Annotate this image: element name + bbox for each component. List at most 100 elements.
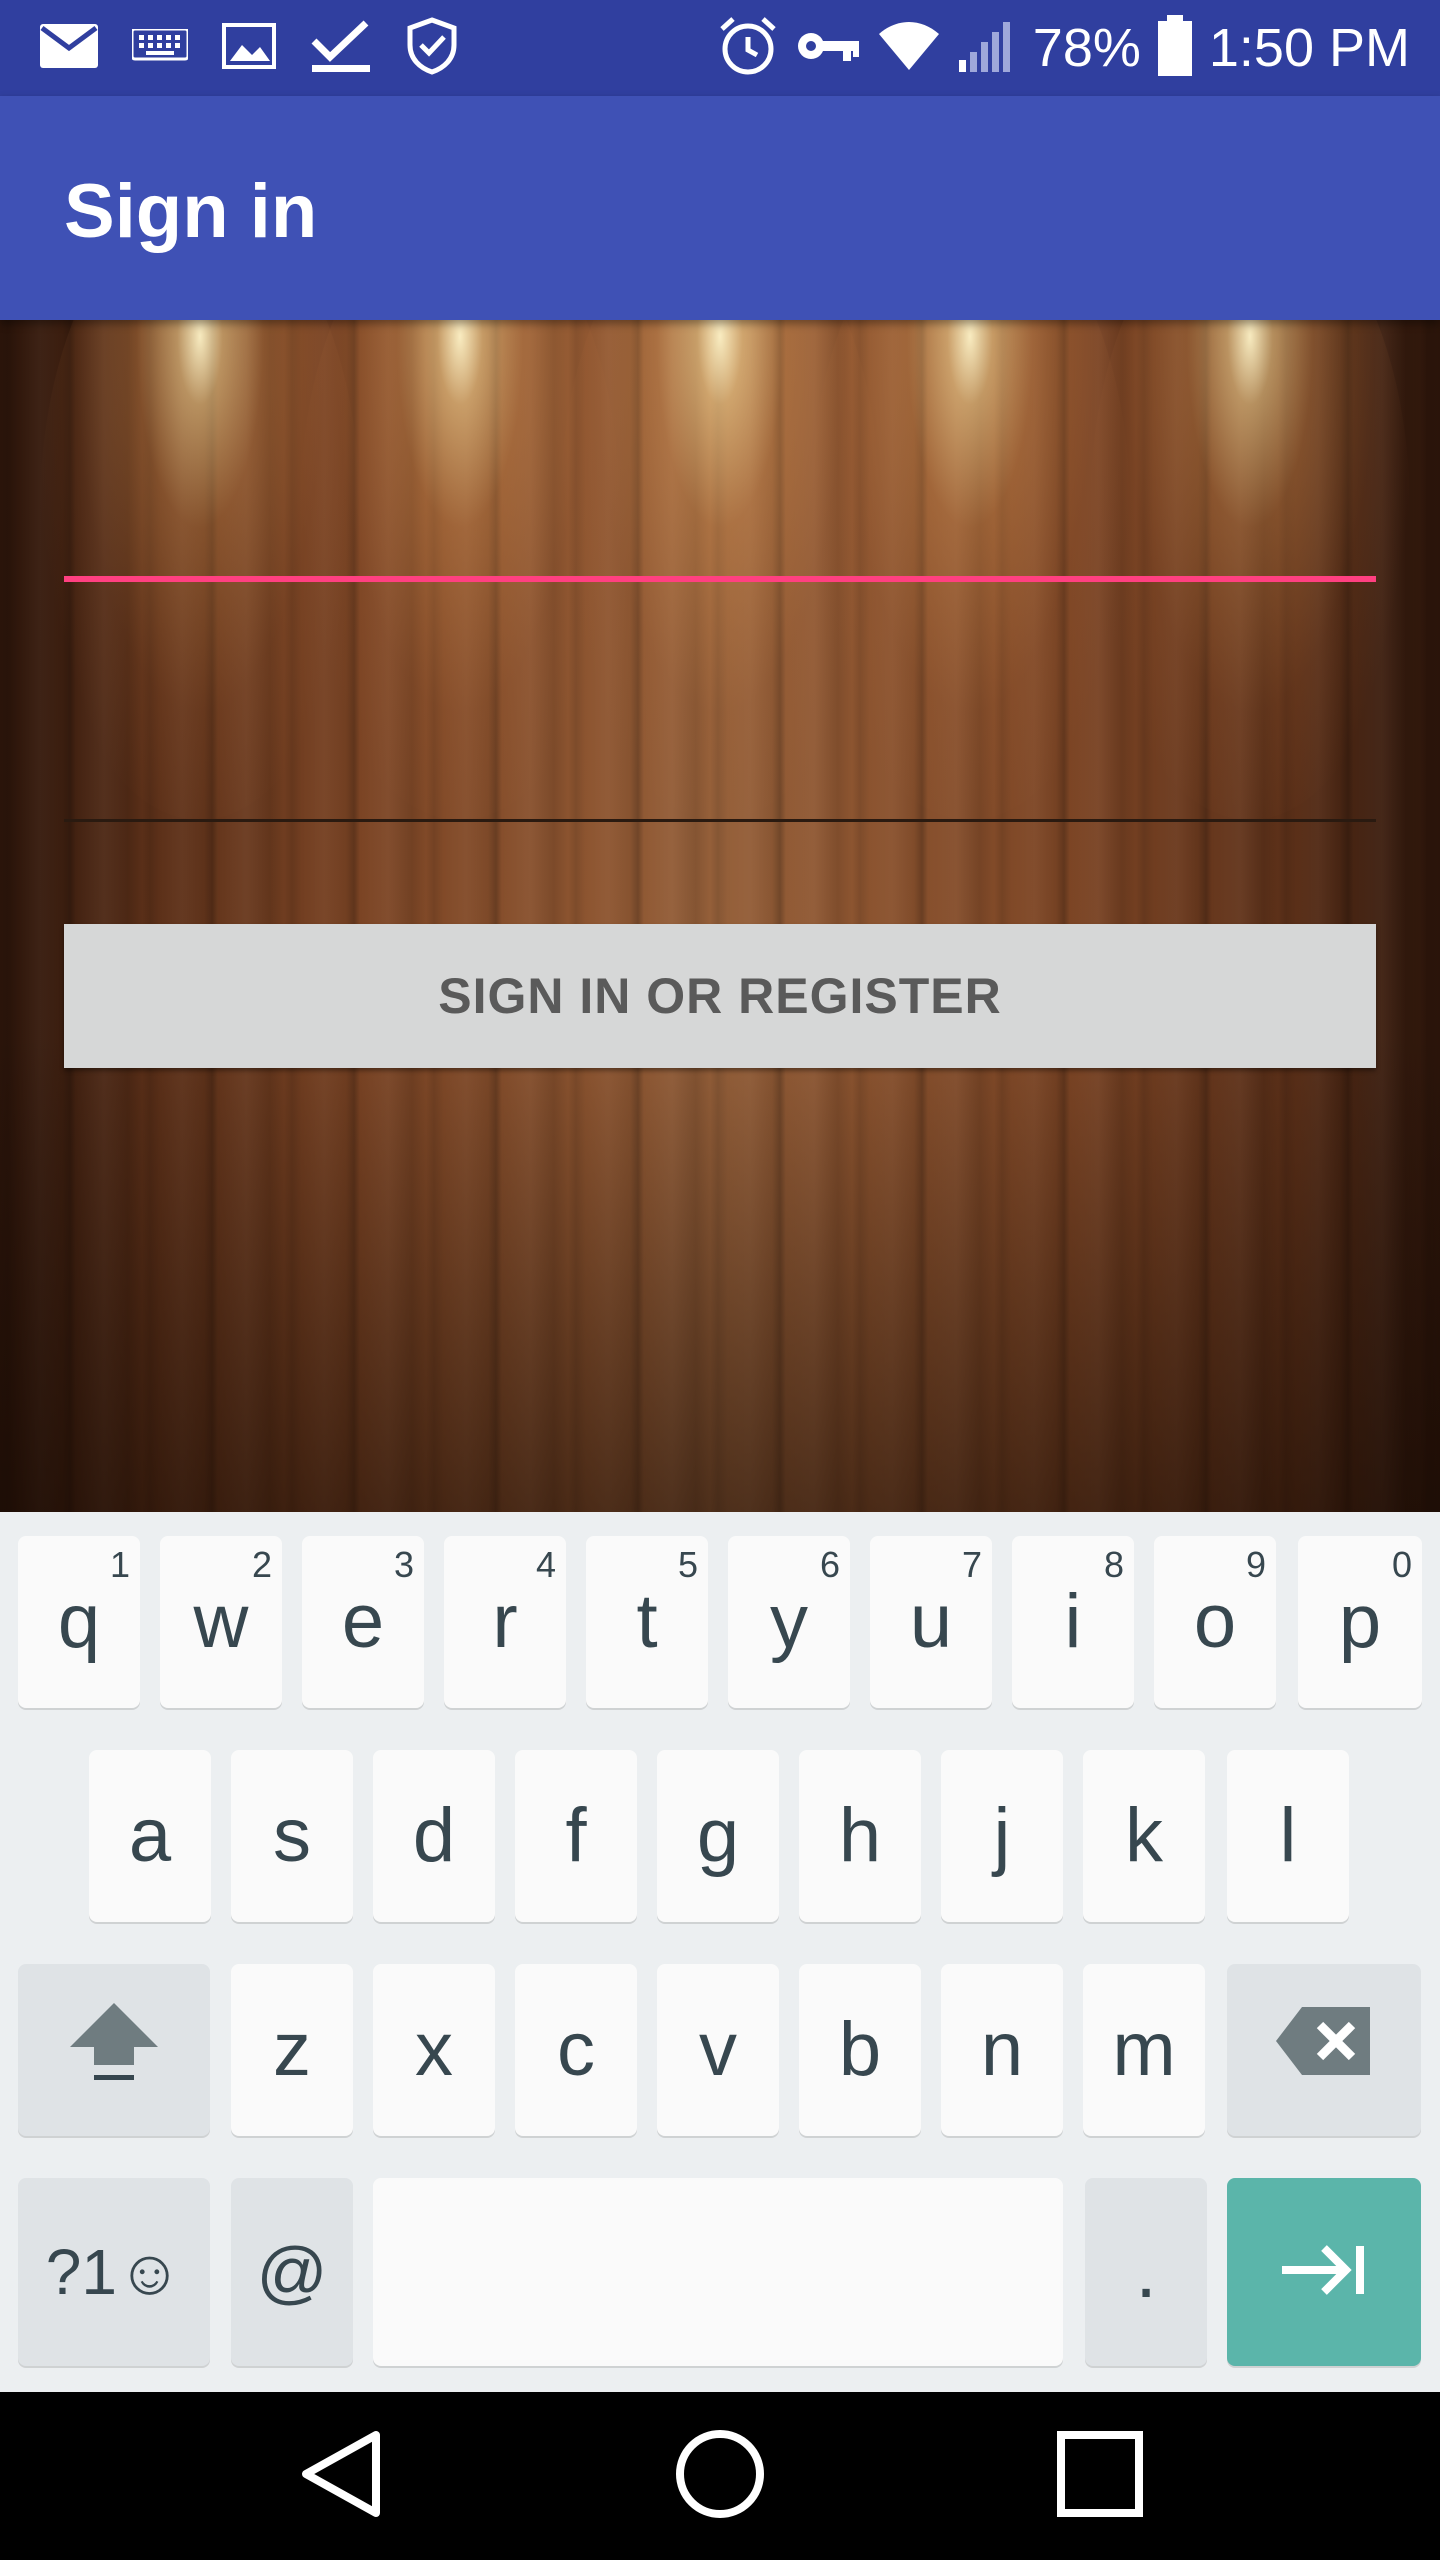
key-label: g	[696, 1793, 740, 1878]
key-b[interactable]: b	[799, 1964, 921, 2136]
vpn-key-icon	[795, 28, 861, 69]
key-hint: 3	[393, 1544, 414, 1585]
sign-in-button[interactable]: SIGN IN OR REGISTER	[64, 924, 1376, 1068]
key-q[interactable]: q1	[18, 1536, 140, 1708]
backspace-key[interactable]	[1227, 1964, 1421, 2136]
password-input[interactable]	[64, 720, 1376, 810]
mail-icon	[40, 23, 98, 73]
key-label: n	[980, 2007, 1024, 2092]
key-c[interactable]: c	[515, 1964, 637, 2136]
key-s[interactable]: s	[231, 1750, 353, 1922]
password-field[interactable]	[64, 702, 1376, 822]
key-label: x	[415, 2007, 453, 2092]
key-x[interactable]: x	[373, 1964, 495, 2136]
key-label: d	[412, 1793, 456, 1878]
key-l[interactable]: l	[1227, 1750, 1349, 1922]
key-label: c	[557, 2007, 595, 2092]
key-label: r	[492, 1579, 518, 1664]
key-d[interactable]: d	[373, 1750, 495, 1922]
key-o[interactable]: o9	[1154, 1536, 1276, 1708]
key-v[interactable]: v	[657, 1964, 779, 2136]
key-z[interactable]: z	[231, 1964, 353, 2136]
key-label: o	[1193, 1579, 1237, 1664]
key-label: f	[565, 1793, 587, 1878]
email-field[interactable]	[64, 462, 1376, 582]
status-bar: 78% 1:50 PM	[0, 0, 1440, 96]
backspace-icon	[1274, 2005, 1374, 2095]
key-label: .	[1135, 2229, 1157, 2314]
key-label: ?1☺	[45, 2236, 183, 2308]
key-hint: 9	[1245, 1544, 1266, 1585]
space-key[interactable]	[373, 2178, 1063, 2366]
recents-button[interactable]	[1050, 2426, 1150, 2526]
keyboard-icon	[130, 27, 190, 68]
key-u[interactable]: u7	[870, 1536, 992, 1708]
key-w[interactable]: w2	[160, 1536, 282, 1708]
password-field-underline	[64, 819, 1376, 822]
key-label: z	[273, 2007, 311, 2092]
shift-key[interactable]	[18, 1964, 210, 2136]
recents-icon	[1057, 2430, 1143, 2522]
shield-icon	[406, 16, 458, 80]
wifi-icon	[877, 20, 941, 77]
image-icon	[222, 22, 276, 74]
key-hint: 7	[961, 1544, 982, 1585]
key-f[interactable]: f	[515, 1750, 637, 1922]
app-bar: Sign in	[0, 96, 1440, 320]
page-title: Sign in	[64, 169, 318, 254]
key-label: t	[636, 1579, 658, 1664]
back-icon	[298, 2429, 382, 2524]
battery-percent: 78%	[1032, 18, 1141, 78]
key-e[interactable]: e3	[302, 1536, 424, 1708]
key-label: s	[273, 1793, 311, 1878]
home-button[interactable]	[670, 2426, 770, 2526]
key-hint: 8	[1103, 1544, 1124, 1585]
period-key[interactable]: .	[1085, 2178, 1207, 2366]
key-label: k	[1125, 1793, 1163, 1878]
key-j[interactable]: j	[941, 1750, 1063, 1922]
key-k[interactable]: k	[1083, 1750, 1205, 1922]
key-label: w	[193, 1579, 249, 1664]
key-g[interactable]: g	[657, 1750, 779, 1922]
key-label: b	[838, 2007, 882, 2092]
system-nav-bar	[0, 2392, 1440, 2560]
key-label: p	[1338, 1579, 1382, 1664]
key-label: q	[57, 1579, 101, 1664]
key-label: u	[909, 1579, 953, 1664]
alarm-icon	[717, 15, 779, 82]
key-label: @	[256, 2233, 328, 2311]
key-label: m	[1112, 2007, 1176, 2092]
key-label: h	[838, 1793, 882, 1878]
key-n[interactable]: n	[941, 1964, 1063, 2136]
signal-icon	[957, 18, 1017, 79]
tab-next-icon	[1280, 2229, 1368, 2316]
key-label: e	[341, 1579, 385, 1664]
key-label: j	[993, 1793, 1011, 1878]
shift-icon	[66, 1999, 162, 2101]
at-key[interactable]: @	[231, 2178, 353, 2366]
key-t[interactable]: t5	[586, 1536, 708, 1708]
status-notification-icons	[40, 16, 458, 80]
email-field-underline	[64, 576, 1376, 582]
back-button[interactable]	[290, 2426, 390, 2526]
email-input[interactable]	[64, 480, 1376, 570]
enter-key[interactable]	[1227, 2178, 1421, 2366]
symbols-key[interactable]: ?1☺	[18, 2178, 210, 2366]
status-system-icons: 78% 1:50 PM	[717, 14, 1410, 82]
key-y[interactable]: y6	[728, 1536, 850, 1708]
battery-icon	[1157, 14, 1193, 82]
key-h[interactable]: h	[799, 1750, 921, 1922]
key-label: i	[1064, 1579, 1082, 1664]
key-hint: 5	[677, 1544, 698, 1585]
clock: 1:50 PM	[1208, 18, 1410, 78]
key-hint: 6	[819, 1544, 840, 1585]
key-label: v	[699, 2007, 737, 2092]
key-label: y	[770, 1579, 808, 1664]
key-a[interactable]: a	[89, 1750, 211, 1922]
key-i[interactable]: i8	[1012, 1536, 1134, 1708]
key-m[interactable]: m	[1083, 1964, 1205, 2136]
key-hint: 0	[1391, 1544, 1412, 1585]
key-label: l	[1279, 1793, 1297, 1878]
key-r[interactable]: r4	[444, 1536, 566, 1708]
key-p[interactable]: p0	[1298, 1536, 1422, 1708]
